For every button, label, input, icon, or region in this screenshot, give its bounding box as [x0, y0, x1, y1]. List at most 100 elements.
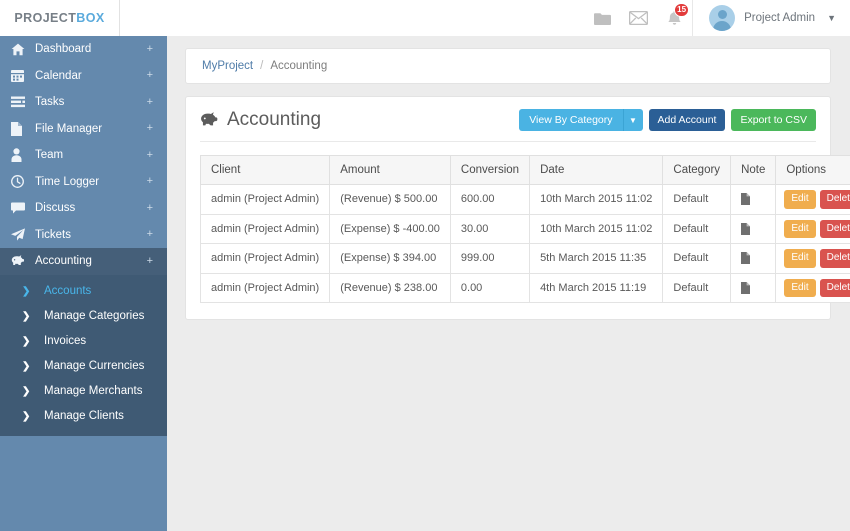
column-header-note: Note: [730, 155, 777, 185]
edit-button[interactable]: Edit: [784, 249, 816, 268]
sidebar-item-team[interactable]: Team +: [0, 142, 167, 169]
app-root: PROJECT BOX 15 Project Admin ▼ Dashboard…: [0, 0, 850, 531]
sidebar-item-label: Time Logger: [35, 175, 100, 188]
cell-amount: (Expense) $ -400.00: [329, 213, 451, 244]
table-row: admin (Project Admin) (Expense) $ 394.00…: [199, 243, 850, 274]
user-name-label: Project Admin: [744, 12, 816, 24]
document-icon[interactable]: [741, 193, 765, 206]
caret-down-icon[interactable]: ▼: [622, 109, 643, 131]
home-icon: [11, 43, 35, 56]
expand-icon[interactable]: +: [147, 255, 167, 267]
delete-button[interactable]: Delete: [819, 219, 850, 238]
accounts-table: Client Amount Conversion Date Category N…: [199, 155, 850, 303]
sidebar: Dashboard + Calendar + Tasks + File Mana…: [0, 36, 167, 531]
calendar-icon: [11, 69, 35, 83]
cell-category: Default: [662, 272, 732, 303]
sidebar-item-label: Calendar: [35, 69, 82, 82]
document-icon[interactable]: [741, 222, 765, 235]
document-icon[interactable]: [741, 281, 765, 294]
chevron-right-icon: ❯: [22, 360, 31, 372]
cell-options: Edit Delete: [775, 213, 850, 244]
delete-button[interactable]: Delete: [819, 190, 850, 209]
cell-category: Default: [662, 184, 732, 215]
column-header-options: Options: [775, 155, 850, 185]
cell-category: Default: [662, 243, 732, 274]
cell-category: Default: [662, 213, 732, 244]
edit-button[interactable]: Edit: [784, 219, 816, 238]
table-row: admin (Project Admin) (Expense) $ -400.0…: [199, 213, 850, 244]
tasks-icon: [11, 96, 35, 108]
cell-date: 4th March 2015 11:19: [529, 272, 664, 303]
export-to-csv-button[interactable]: Export to CSV: [731, 109, 816, 131]
expand-icon[interactable]: +: [147, 70, 167, 81]
brand-logo[interactable]: PROJECT BOX: [0, 0, 120, 36]
sidebar-item-tasks[interactable]: Tasks +: [0, 89, 167, 116]
table-header: Client Amount Conversion Date Category N…: [199, 155, 850, 185]
expand-icon[interactable]: +: [147, 43, 167, 55]
sidebar-item-dashboard[interactable]: Dashboard +: [0, 36, 167, 63]
chevron-right-icon: ❯: [22, 285, 31, 297]
sidebar-subitem-invoices[interactable]: ❯ Invoices: [0, 329, 167, 354]
expand-icon[interactable]: +: [147, 202, 167, 214]
document-icon[interactable]: [741, 252, 765, 265]
breadcrumb-separator: /: [260, 60, 264, 72]
cell-note: [730, 184, 777, 215]
chevron-right-icon: ❯: [22, 385, 31, 397]
breadcrumb: MyProject / Accounting: [185, 48, 831, 84]
cell-date: 10th March 2015 11:02: [529, 184, 664, 215]
user-menu[interactable]: Project Admin ▼: [692, 0, 850, 36]
envelope-icon[interactable]: [620, 0, 656, 36]
expand-icon[interactable]: +: [147, 149, 167, 161]
add-account-button[interactable]: Add Account: [648, 109, 726, 131]
delete-button[interactable]: Delete: [819, 278, 850, 297]
sidebar-item-calendar[interactable]: Calendar +: [0, 63, 167, 90]
notification-badge: 15: [674, 3, 690, 17]
cell-options: Edit Delete: [775, 272, 850, 303]
view-by-category-button[interactable]: View By Category: [519, 109, 623, 131]
cell-note: [730, 243, 777, 274]
column-header-date: Date: [529, 155, 664, 185]
column-header-conversion: Conversion: [449, 155, 531, 185]
expand-icon[interactable]: +: [147, 176, 167, 187]
view-by-category-split-button: View By Category ▼: [519, 109, 643, 131]
panel-header: Accounting View By Category ▼ Add Accoun…: [200, 109, 816, 142]
expand-icon[interactable]: +: [147, 96, 167, 108]
table-row: admin (Project Admin) (Revenue) $ 500.00…: [199, 184, 850, 215]
edit-button[interactable]: Edit: [784, 278, 816, 297]
column-header-client: Client: [199, 155, 331, 185]
sidebar-subitem-label: Manage Currencies: [44, 360, 145, 372]
cell-note: [730, 213, 777, 244]
sidebar-subitem-manage-merchants[interactable]: ❯ Manage Merchants: [0, 379, 167, 404]
sidebar-item-label: Tickets: [35, 228, 71, 241]
chevron-right-icon: ❯: [22, 310, 31, 322]
comment-icon: [11, 202, 35, 214]
cell-client: admin (Project Admin): [199, 272, 331, 303]
cell-client: admin (Project Admin): [199, 184, 331, 215]
sidebar-item-discuss[interactable]: Discuss +: [0, 195, 167, 222]
bell-icon[interactable]: 15: [656, 0, 692, 36]
top-header: PROJECT BOX 15 Project Admin ▼: [0, 0, 850, 36]
sidebar-item-accounting[interactable]: Accounting +: [0, 248, 167, 275]
sidebar-subitem-manage-clients[interactable]: ❯ Manage Clients: [0, 404, 167, 429]
sidebar-item-tickets[interactable]: Tickets +: [0, 222, 167, 249]
expand-icon[interactable]: +: [147, 229, 167, 240]
sidebar-subitem-accounts[interactable]: ❯ Accounts: [0, 279, 167, 304]
brand-logo-part2: BOX: [76, 11, 105, 25]
delete-button[interactable]: Delete: [819, 249, 850, 268]
sidebar-subitem-label: Accounts: [44, 285, 92, 297]
cell-options: Edit Delete: [775, 184, 850, 215]
paper-plane-icon: [11, 228, 35, 241]
panel-action-buttons: View By Category ▼ Add Account Export to…: [519, 109, 816, 131]
sidebar-subitem-manage-categories[interactable]: ❯ Manage Categories: [0, 304, 167, 329]
sidebar-item-time-logger[interactable]: Time Logger +: [0, 169, 167, 196]
sidebar-item-label: Team: [35, 149, 64, 162]
sidebar-subitem-manage-currencies[interactable]: ❯ Manage Currencies: [0, 354, 167, 379]
breadcrumb-root-link[interactable]: MyProject: [202, 60, 253, 72]
folder-icon[interactable]: [584, 0, 620, 36]
cell-note: [730, 272, 777, 303]
edit-button[interactable]: Edit: [784, 190, 816, 209]
sidebar-item-file-manager[interactable]: File Manager +: [0, 116, 167, 143]
expand-icon[interactable]: +: [147, 123, 167, 134]
chevron-down-icon: ▼: [827, 13, 836, 23]
table-row: admin (Project Admin) (Revenue) $ 238.00…: [199, 272, 850, 303]
